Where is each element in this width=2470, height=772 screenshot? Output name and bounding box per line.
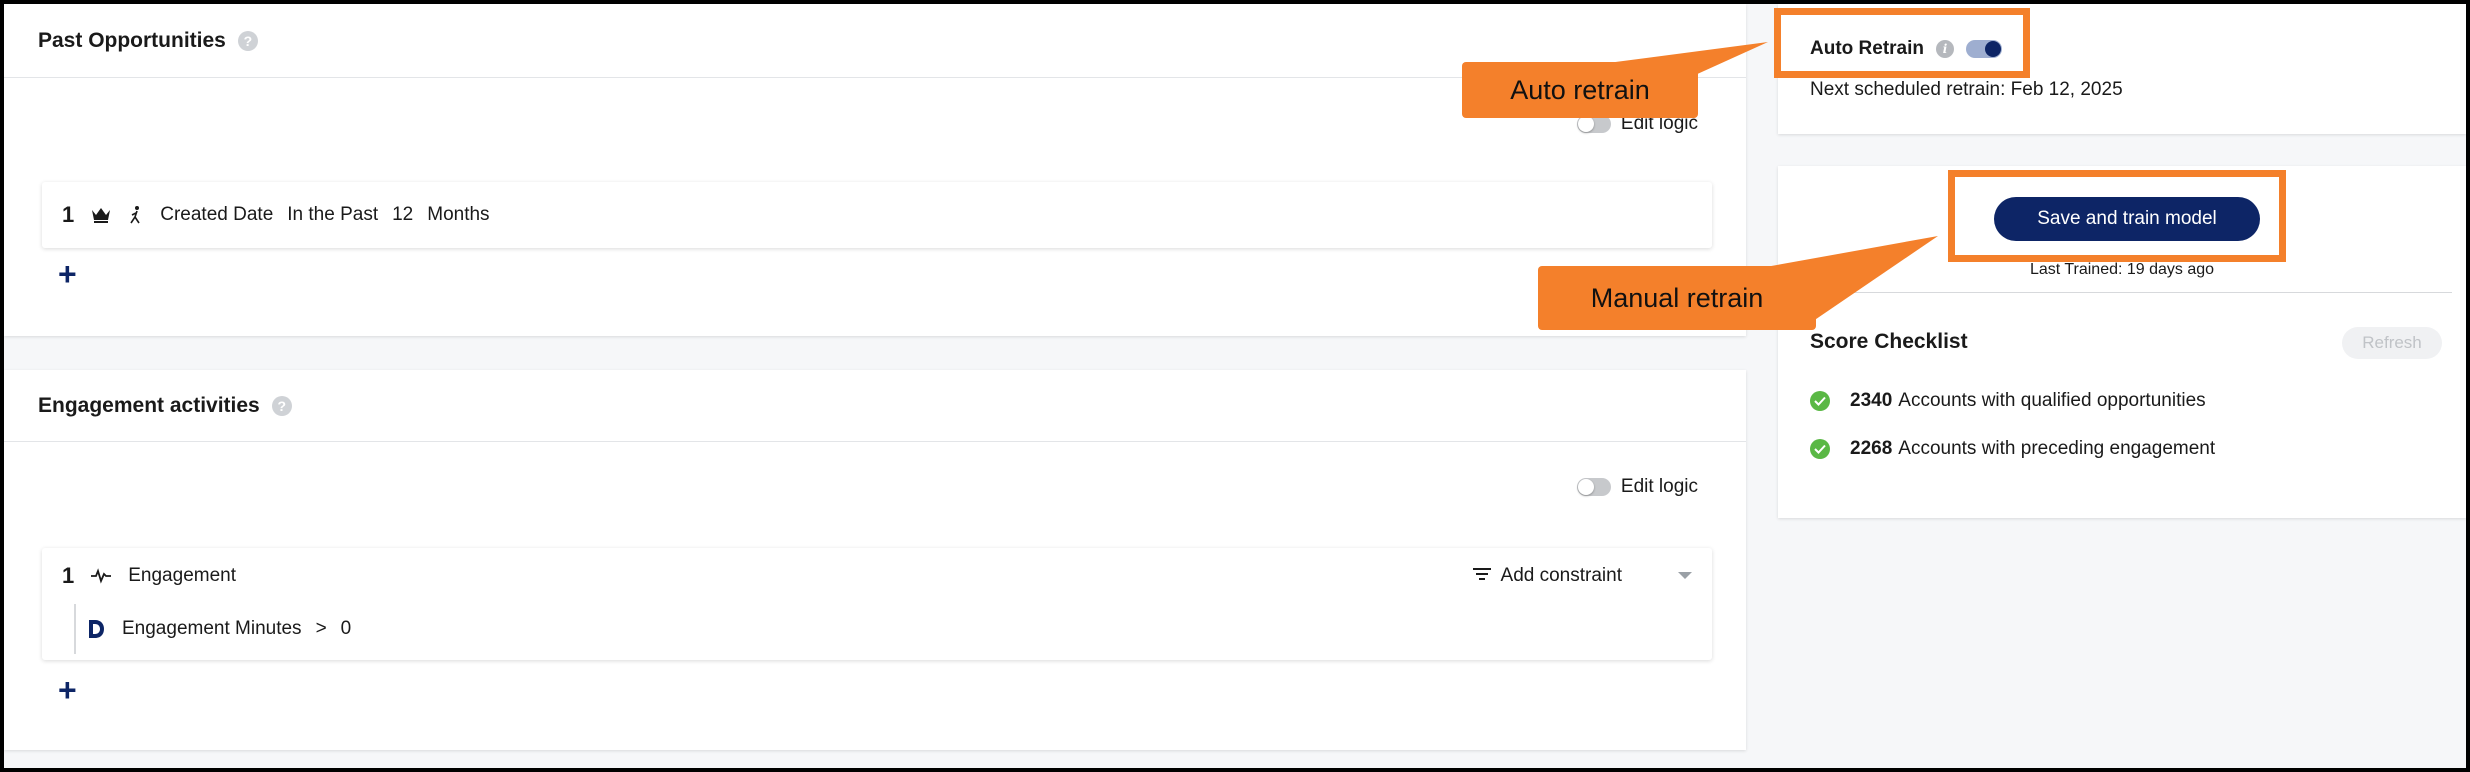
help-icon[interactable]: ?: [271, 395, 292, 416]
divider: [1810, 292, 2452, 293]
checklist-item: 2268 Accounts with preceding engagement: [1810, 438, 2215, 460]
engagement-title: Engagement activities: [38, 393, 260, 417]
auto-retrain-callout: Auto retrain: [1462, 62, 1698, 118]
constraint-field[interactable]: Engagement Minutes: [122, 618, 302, 640]
rule-number: 1: [62, 202, 75, 227]
engagement-rule-row[interactable]: 1 Engagement: [42, 548, 1712, 604]
rule-card: 1 Created Date In the Past 12 Months: [42, 182, 1712, 248]
rule-field[interactable]: Created Date: [160, 204, 273, 226]
d-logo-icon: [86, 618, 106, 640]
save-train-highlight: [1948, 170, 2286, 262]
engagement-label: Engagement: [128, 565, 236, 586]
last-trained: Last Trained: 19 days ago: [2029, 261, 2215, 278]
crown-icon: [90, 206, 112, 224]
add-constraint-label: Add constraint: [1500, 565, 1622, 586]
help-icon[interactable]: ?: [237, 30, 258, 51]
check-count: 2268: [1850, 438, 1893, 459]
rule-row[interactable]: 1 Created Date In the Past 12 Months: [42, 182, 1712, 248]
add-constraint-button[interactable]: Add constraint: [1472, 548, 1622, 604]
add-rule-button[interactable]: +: [58, 256, 77, 293]
score-checklist-title: Score Checklist: [1810, 330, 1968, 353]
rule-operator[interactable]: In the Past: [287, 204, 378, 226]
rule-unit[interactable]: Months: [427, 204, 489, 226]
engagement-rule-card: 1 Engagement Add constraint Engagement M…: [42, 548, 1712, 660]
check-label: Accounts with qualified opportunities: [1898, 390, 2206, 411]
constraint-row[interactable]: Engagement Minutes > 0: [74, 604, 1712, 654]
toggle-switch[interactable]: [1576, 478, 1611, 496]
check-count: 2340: [1850, 390, 1893, 411]
constraint-value[interactable]: 0: [341, 618, 352, 640]
next-scheduled-retrain: Next scheduled retrain: Feb 12, 2025: [1810, 79, 2123, 100]
check-circle-icon: [1810, 439, 1830, 459]
checklist-item: 2340 Accounts with qualified opportuniti…: [1810, 390, 2206, 412]
past-opportunities-title: Past Opportunities: [38, 28, 226, 52]
edit-logic-toggle[interactable]: Edit logic: [1576, 476, 1698, 498]
filter-icon: [1472, 565, 1491, 587]
engagement-activities-panel: Engagement activities ? Edit logic 1 Eng…: [4, 370, 1746, 750]
refresh-button[interactable]: Refresh: [2342, 327, 2442, 359]
check-circle-icon: [1810, 391, 1830, 411]
rule-value[interactable]: 12: [392, 204, 413, 226]
edit-logic-label: Edit logic: [1620, 476, 1698, 497]
chevron-down-icon[interactable]: [1678, 572, 1692, 579]
check-label: Accounts with preceding engagement: [1898, 438, 2216, 459]
activity-pulse-icon: [90, 568, 112, 584]
add-rule-button[interactable]: +: [58, 672, 77, 709]
auto-retrain-highlight: [1774, 8, 2030, 78]
constraint-operator[interactable]: >: [316, 618, 327, 640]
manual-retrain-callout: Manual retrain: [1538, 266, 1816, 330]
engagement-header: Engagement activities ?: [4, 370, 1746, 442]
person-walking-icon: [128, 205, 144, 225]
rule-number: 1: [62, 563, 75, 588]
past-opportunities-panel: Past Opportunities ? Edit logic 1 Create…: [4, 4, 1746, 336]
